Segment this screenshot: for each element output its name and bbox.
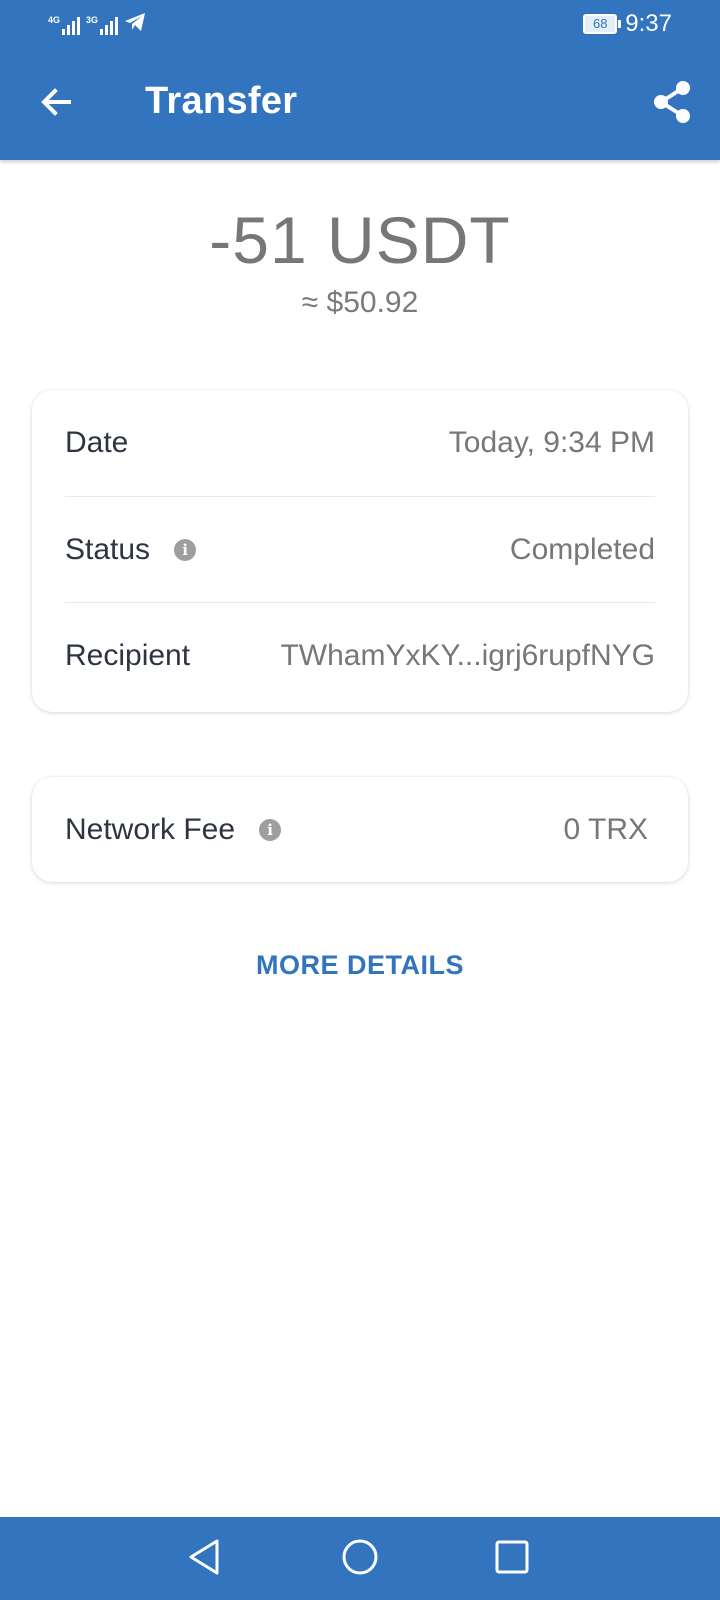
back-button[interactable]: [28, 76, 84, 132]
detail-label: Network Fee: [65, 813, 236, 846]
nav-home-button[interactable]: [336, 1535, 384, 1583]
status-bar: 4G 3G 68 9:37: [0, 0, 720, 50]
detail-row-date: Date Today, 9:34 PM: [65, 390, 655, 496]
signal-strength-icon: 4G: [48, 15, 80, 35]
telegram-icon: [124, 12, 146, 37]
detail-label: Status: [65, 533, 151, 566]
circle-home-icon: [340, 1537, 380, 1582]
clock: 9:37: [625, 10, 672, 37]
arrow-back-icon: [38, 84, 74, 125]
transfer-amount: -51 USDT: [209, 203, 511, 277]
detail-value: Today, 9:34 PM: [448, 426, 655, 459]
info-icon[interactable]: i: [174, 539, 197, 561]
status-bar-right: 68 9:37: [583, 10, 672, 38]
detail-row-status: Status i Completed: [65, 496, 655, 603]
network-type-label: 4G: [48, 14, 61, 25]
detail-row-network-fee: Network Fee i 0 TRX: [65, 777, 648, 883]
share-button[interactable]: [644, 76, 700, 132]
fiat-equivalent: ≈ $50.92: [301, 286, 419, 319]
nav-recents-button[interactable]: [488, 1535, 536, 1583]
status-bar-left: 4G 3G: [48, 12, 146, 37]
page-title: Transfer: [145, 80, 298, 122]
detail-label: Recipient: [65, 639, 191, 672]
network-type-label: 3G: [86, 14, 99, 25]
square-recents-icon: [493, 1538, 531, 1581]
share-icon: [652, 80, 692, 129]
transaction-details-card: Date Today, 9:34 PM Status i Completed R…: [32, 390, 688, 712]
network-fee-card: Network Fee i 0 TRX: [32, 777, 688, 882]
detail-value: 0 TRX: [563, 813, 648, 846]
battery-icon: 68: [583, 14, 622, 34]
detail-row-recipient: Recipient TWhamYxKY...igrj6rupfNYG: [65, 602, 655, 709]
more-details-button[interactable]: MORE DETAILS: [0, 950, 720, 981]
detail-label: Date: [65, 426, 129, 459]
nav-back-button[interactable]: [180, 1535, 228, 1583]
detail-value: Completed: [509, 533, 655, 566]
recipient-address[interactable]: TWhamYxKY...igrj6rupfNYG: [280, 639, 655, 673]
triangle-back-icon: [186, 1537, 222, 1582]
info-icon[interactable]: i: [259, 819, 282, 841]
app-bar: Transfer: [0, 50, 720, 160]
detail-label-group: Status i: [65, 533, 197, 567]
signal-strength-icon: 3G: [86, 15, 118, 35]
detail-label-group: Network Fee i: [65, 813, 282, 847]
system-nav-bar: [0, 1517, 720, 1600]
